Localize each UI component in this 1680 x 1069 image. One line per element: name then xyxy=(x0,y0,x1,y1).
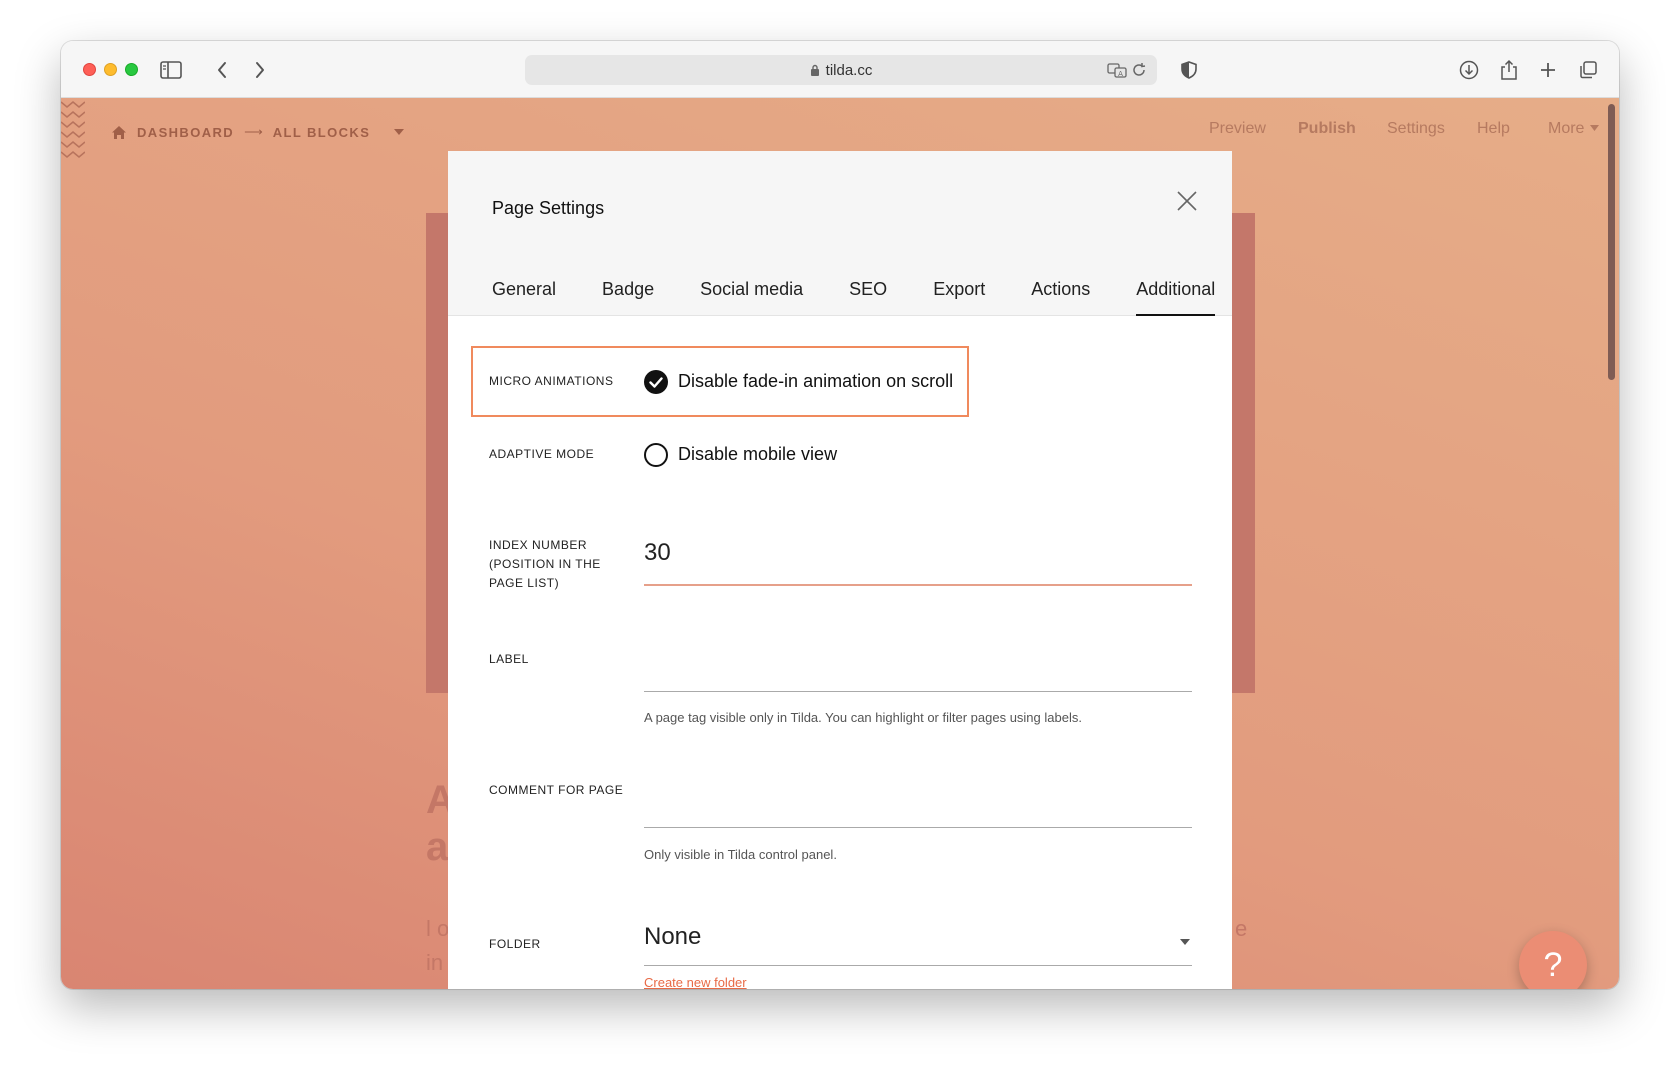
background-text-line-1: l o xyxy=(426,916,450,941)
breadcrumb-separator: ⟶ xyxy=(244,124,263,139)
tilda-editor: DASHBOARD ⟶ ALL BLOCKS Preview Publish S… xyxy=(61,98,1619,989)
comment-label: COMMENT FOR PAGE xyxy=(489,783,624,797)
tab-actions[interactable]: Actions xyxy=(1031,279,1090,316)
menu-publish[interactable]: Publish xyxy=(1298,120,1356,138)
tab-general[interactable]: General xyxy=(492,279,556,316)
index-number-label-line-1: INDEX NUMBER xyxy=(489,538,588,552)
breadcrumb-all-blocks[interactable]: ALL BLOCKS xyxy=(273,125,371,140)
menu-more[interactable]: More xyxy=(1548,120,1600,138)
comment-underline xyxy=(644,827,1192,828)
menu-help[interactable]: Help xyxy=(1477,120,1510,138)
tabs-overview-icon[interactable] xyxy=(1576,58,1600,82)
background-text-line-2: in xyxy=(426,950,444,975)
reload-icon[interactable] xyxy=(1127,58,1151,82)
index-number-input[interactable]: 30 xyxy=(644,539,671,567)
tab-badge[interactable]: Badge xyxy=(602,279,654,316)
micro-animations-option-label[interactable]: Disable fade-in animation on scroll xyxy=(678,371,953,392)
page-settings-modal: Page Settings General Badge Social media… xyxy=(448,151,1232,989)
chevron-down-icon[interactable] xyxy=(1180,939,1190,945)
svg-text:A: A xyxy=(1118,70,1123,78)
address-bar[interactable]: tilda.cc A xyxy=(525,55,1157,85)
modal-title: Page Settings xyxy=(492,198,605,218)
index-number-label: INDEX NUMBER (POSITION IN THE PAGE LIST) xyxy=(489,536,601,593)
modal-header: Page Settings General Badge Social media… xyxy=(448,151,1232,316)
folder-label: FOLDER xyxy=(489,937,541,951)
menu-more-label: More xyxy=(1548,120,1585,137)
close-icon[interactable] xyxy=(1175,189,1199,213)
checkmark-icon xyxy=(649,377,663,388)
chevron-down-icon xyxy=(1590,125,1600,131)
micro-animations-label: MICRO ANIMATIONS xyxy=(489,374,614,388)
index-number-underline xyxy=(644,584,1192,586)
browser-toolbar: tilda.cc A xyxy=(61,41,1619,98)
forward-icon[interactable] xyxy=(248,58,272,82)
settings-tabs: General Badge Social media SEO Export Ac… xyxy=(492,279,1216,316)
breadcrumb: DASHBOARD ⟶ ALL BLOCKS xyxy=(111,124,405,140)
share-icon[interactable] xyxy=(1497,58,1521,82)
url-label: tilda.cc xyxy=(825,62,873,79)
close-window-button[interactable] xyxy=(83,63,96,76)
create-folder-link[interactable]: Create new folder xyxy=(644,975,747,989)
label-underline xyxy=(644,691,1192,692)
adaptive-mode-label: ADAPTIVE MODE xyxy=(489,447,595,461)
lock-icon xyxy=(810,64,819,76)
zoom-window-button[interactable] xyxy=(125,63,138,76)
breadcrumb-dashboard[interactable]: DASHBOARD xyxy=(137,125,234,140)
index-number-label-line-3: PAGE LIST) xyxy=(489,576,560,590)
zigzag-decoration xyxy=(61,101,85,158)
help-button[interactable]: ? xyxy=(1519,931,1587,989)
page-scrollbar[interactable] xyxy=(1608,104,1615,380)
background-text-right: e xyxy=(1235,916,1248,941)
tab-seo[interactable]: SEO xyxy=(849,279,887,316)
folder-select[interactable]: None xyxy=(644,923,1192,951)
tab-export[interactable]: Export xyxy=(933,279,985,316)
back-icon[interactable] xyxy=(210,58,234,82)
tab-social-media[interactable]: Social media xyxy=(700,279,803,316)
sidebar-icon[interactable] xyxy=(159,58,183,82)
menu-preview[interactable]: Preview xyxy=(1209,120,1266,138)
home-icon[interactable] xyxy=(111,125,127,140)
browser-window: tilda.cc A DASHBOARD ⟶ ALL BLOCKS Previe… xyxy=(61,41,1619,989)
menu-settings[interactable]: Settings xyxy=(1387,120,1445,138)
comment-input[interactable] xyxy=(644,783,1192,821)
label-field-label: LABEL xyxy=(489,652,529,666)
shield-icon[interactable] xyxy=(1177,58,1201,82)
download-icon[interactable] xyxy=(1457,58,1481,82)
minimize-window-button[interactable] xyxy=(104,63,117,76)
label-hint: A page tag visible only in Tilda. You ca… xyxy=(644,710,1082,725)
background-heading-line-2: a xyxy=(426,825,449,869)
translate-icon[interactable]: A xyxy=(1105,58,1129,82)
new-tab-icon[interactable] xyxy=(1536,58,1560,82)
micro-animations-checkbox[interactable] xyxy=(644,370,668,394)
folder-underline xyxy=(644,965,1192,966)
index-number-label-line-2: (POSITION IN THE xyxy=(489,557,601,571)
chevron-down-icon[interactable] xyxy=(394,129,405,135)
comment-hint: Only visible in Tilda control panel. xyxy=(644,847,837,862)
tab-additional[interactable]: Additional xyxy=(1136,279,1216,316)
url-text: tilda.cc xyxy=(525,62,1157,79)
adaptive-mode-option-label[interactable]: Disable mobile view xyxy=(678,444,837,465)
adaptive-mode-checkbox[interactable] xyxy=(644,443,668,467)
folder-selected-value: None xyxy=(644,923,702,950)
label-input[interactable] xyxy=(644,646,1192,684)
